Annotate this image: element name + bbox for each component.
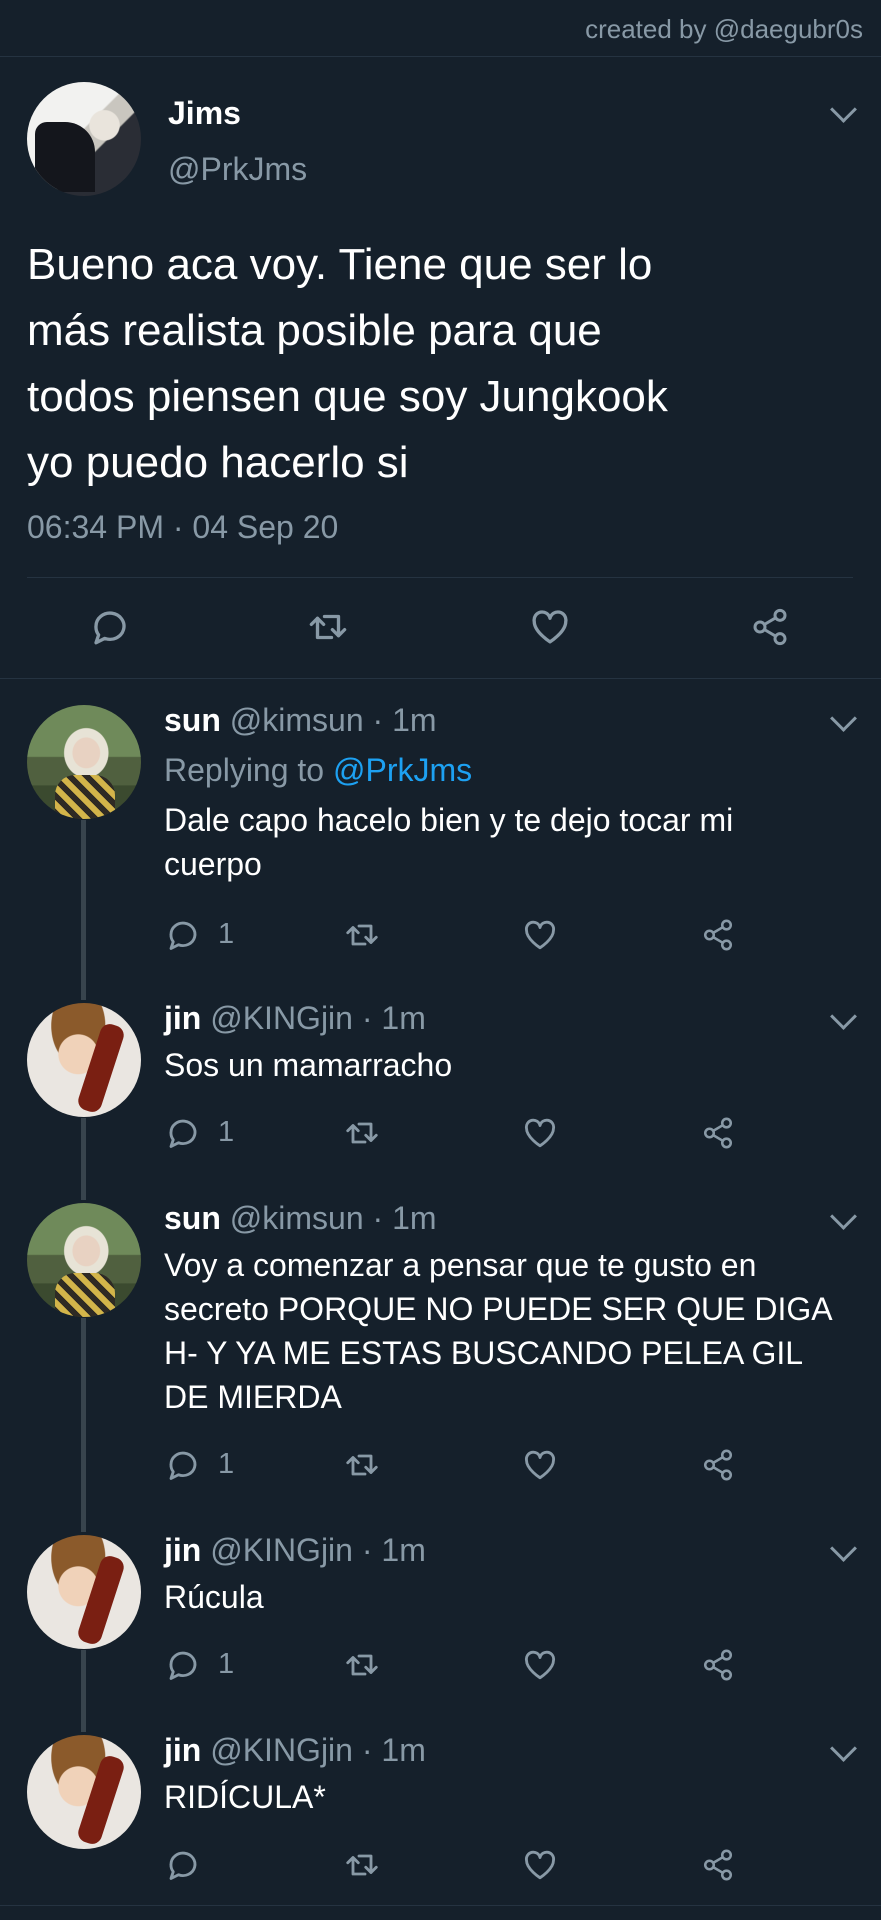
chevron-down-icon[interactable] [830, 96, 857, 123]
share-icon[interactable] [701, 1447, 735, 1483]
avatar[interactable] [27, 82, 141, 196]
retweet-icon[interactable] [305, 606, 351, 648]
divider [0, 1905, 881, 1906]
thread-line [81, 820, 86, 1000]
avatar[interactable] [27, 1735, 141, 1849]
comment-bubble-icon[interactable] [165, 917, 201, 953]
reply-time: 1m [392, 702, 437, 738]
avatar[interactable] [27, 1535, 141, 1649]
reply-author-handle[interactable]: @KINGjin [210, 1532, 353, 1568]
reply-author-handle[interactable]: @kimsun [230, 1200, 364, 1236]
separator-dot: · [372, 1200, 384, 1236]
retweet-icon[interactable] [342, 1447, 382, 1483]
reply-time: 1m [381, 1532, 426, 1568]
tweet-timestamp: 06:34 PM · 04 Sep 20 [27, 509, 339, 545]
reply-text: Voy a comenzar a pensar que te gusto en … [164, 1247, 833, 1415]
heart-icon[interactable] [522, 1447, 558, 1483]
reply-time: 1m [392, 1200, 437, 1236]
reply-time: 1m [381, 1000, 426, 1036]
reply-meta: jin @KINGjin · 1m [164, 1000, 426, 1037]
divider [0, 678, 881, 679]
reply-author-name[interactable]: jin [164, 1532, 201, 1568]
mention-link[interactable]: @PrkJms [333, 752, 472, 788]
thread-line [81, 1118, 86, 1200]
share-icon[interactable] [701, 1115, 735, 1151]
reply-meta: sun @kimsun · 1m [164, 702, 437, 739]
reply-count: 1 [218, 1448, 235, 1480]
retweet-icon[interactable] [342, 1115, 382, 1151]
reply-author-handle[interactable]: @KINGjin [210, 1000, 353, 1036]
tweet-text: Bueno aca voy. Tiene que ser lo más real… [27, 240, 668, 487]
retweet-icon[interactable] [342, 917, 382, 953]
chevron-down-icon[interactable] [830, 1203, 857, 1230]
reply-text: Sos un mamarracho [164, 1047, 453, 1083]
reply-count: 1 [218, 918, 235, 950]
reply-author-name[interactable]: sun [164, 1200, 221, 1236]
heart-icon[interactable] [529, 606, 571, 648]
comment-bubble-icon[interactable] [165, 1447, 201, 1483]
heart-icon[interactable] [522, 917, 558, 953]
share-icon[interactable] [701, 917, 735, 953]
share-icon[interactable] [701, 1647, 735, 1683]
reply-text: RIDÍCULA* [164, 1779, 326, 1815]
divider [27, 577, 853, 578]
comment-bubble-icon[interactable] [165, 1847, 201, 1883]
reply-meta: jin @KINGjin · 1m [164, 1532, 426, 1569]
creator-credit: created by @daegubr0s [585, 14, 863, 44]
reply-author-name[interactable]: jin [164, 1000, 201, 1036]
separator-dot: · [361, 1532, 373, 1568]
author-handle[interactable]: @PrkJms [168, 151, 307, 188]
retweet-icon[interactable] [342, 1847, 382, 1883]
comment-bubble-icon[interactable] [165, 1115, 201, 1151]
heart-icon[interactable] [522, 1647, 558, 1683]
author-name[interactable]: Jims [168, 95, 241, 132]
separator-dot: · [372, 702, 384, 738]
reply-author-handle[interactable]: @kimsun [230, 702, 364, 738]
reply-meta: sun @kimsun · 1m [164, 1200, 437, 1237]
reply-text: Rúcula [164, 1579, 264, 1615]
reply-count: 1 [218, 1648, 235, 1680]
reply-author-handle[interactable]: @KINGjin [210, 1732, 353, 1768]
share-icon[interactable] [750, 606, 790, 648]
comment-bubble-icon[interactable] [89, 606, 131, 648]
chevron-down-icon[interactable] [830, 705, 857, 732]
replying-prefix: Replying to [164, 752, 325, 788]
chevron-down-icon[interactable] [830, 1535, 857, 1562]
reply-time: 1m [381, 1732, 426, 1768]
avatar[interactable] [27, 1203, 141, 1317]
replying-to: Replying to @PrkJms [164, 752, 472, 789]
avatar[interactable] [27, 1003, 141, 1117]
reply-text: Dale capo hacelo bien y te dejo tocar mi… [164, 802, 734, 882]
comment-bubble-icon[interactable] [165, 1647, 201, 1683]
avatar[interactable] [27, 705, 141, 819]
share-icon[interactable] [701, 1847, 735, 1883]
chevron-down-icon[interactable] [830, 1735, 857, 1762]
separator-dot: · [361, 1000, 373, 1036]
thread-line [81, 1650, 86, 1732]
reply-meta: jin @KINGjin · 1m [164, 1732, 426, 1769]
chevron-down-icon[interactable] [830, 1003, 857, 1030]
separator-dot: · [361, 1732, 373, 1768]
reply-author-name[interactable]: sun [164, 702, 221, 738]
heart-icon[interactable] [522, 1115, 558, 1151]
main-tweet: Jims @PrkJms Bueno aca voy. Tiene que se… [0, 57, 881, 677]
retweet-icon[interactable] [342, 1647, 382, 1683]
reply-author-name[interactable]: jin [164, 1732, 201, 1768]
thread-line [81, 1318, 86, 1532]
heart-icon[interactable] [522, 1847, 558, 1883]
reply-count: 1 [218, 1116, 235, 1148]
